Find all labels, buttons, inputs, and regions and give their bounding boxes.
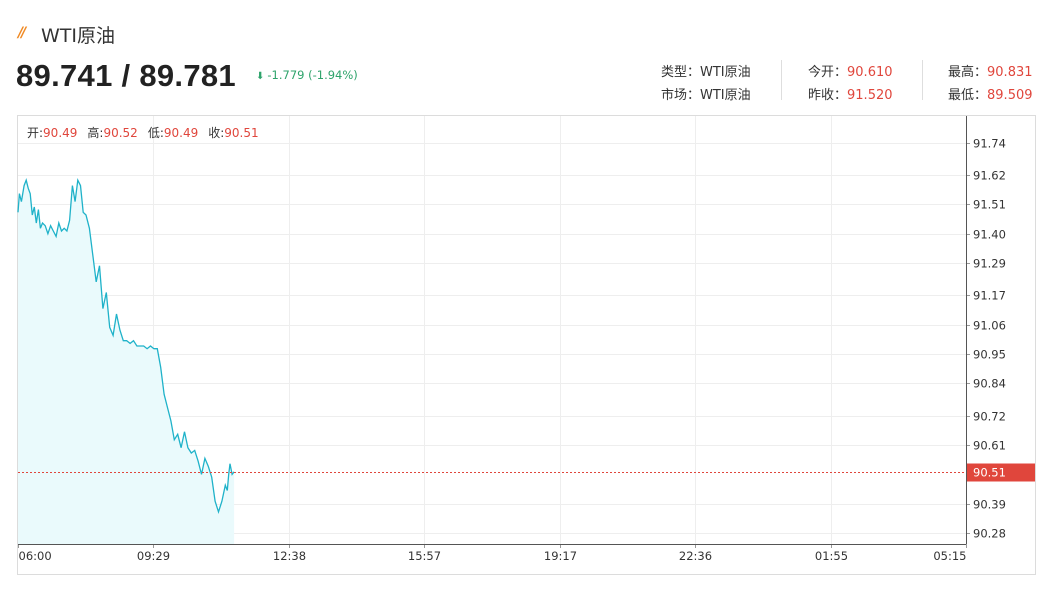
x-tick-label: 06:00 bbox=[19, 549, 52, 563]
y-tick-label: 91.17 bbox=[973, 289, 1006, 303]
ohlc-low-value: 90.49 bbox=[163, 126, 199, 140]
ohlc-low-label: 低: bbox=[147, 126, 164, 140]
ohlc-open-value: 90.49 bbox=[43, 126, 78, 140]
y-tick-label: 90.84 bbox=[973, 377, 1006, 391]
x-tick-label: 22:36 bbox=[679, 549, 712, 563]
y-tick-label: 90.28 bbox=[973, 527, 1006, 541]
y-tick-label: 90.39 bbox=[973, 498, 1006, 512]
y-tick-label: 91.29 bbox=[973, 257, 1006, 271]
y-tick-label: 91.74 bbox=[973, 137, 1006, 151]
ohlc-readout: 开:90.49 高:90.52 低:90.49 收:90.51 bbox=[27, 124, 269, 141]
y-tick-label: 91.62 bbox=[973, 169, 1006, 183]
ohlc-high-value: 90.52 bbox=[103, 126, 138, 140]
y-tick-label: 90.95 bbox=[973, 348, 1006, 362]
y-tick-label: 91.06 bbox=[973, 319, 1006, 333]
current-price-label: 90.51 bbox=[973, 466, 1006, 480]
ohlc-high-label: 高: bbox=[87, 126, 104, 140]
intraday-price-chart[interactable]: 91.74 91.62 91.51 91.40 91.29 91.17 91.06 90.95… bbox=[0, 0, 1048, 592]
y-tick-label: 91.51 bbox=[973, 198, 1006, 212]
ohlc-close-label: 收: bbox=[208, 126, 225, 140]
ohlc-open-label: 开: bbox=[27, 126, 44, 140]
ohlc-close-value: 90.51 bbox=[224, 126, 259, 140]
y-tick-label: 90.61 bbox=[973, 439, 1006, 453]
x-tick-label: 09:29 bbox=[137, 549, 170, 563]
y-tick-label: 91.40 bbox=[973, 228, 1006, 242]
x-tick-label: 19:17 bbox=[544, 549, 577, 563]
x-tick-label: 12:38 bbox=[273, 549, 306, 563]
x-tick-label: 05:15 bbox=[933, 549, 966, 563]
y-tick-label: 90.72 bbox=[973, 410, 1006, 424]
x-tick-label: 01:55 bbox=[815, 549, 848, 563]
x-tick-label: 15:57 bbox=[408, 549, 441, 563]
